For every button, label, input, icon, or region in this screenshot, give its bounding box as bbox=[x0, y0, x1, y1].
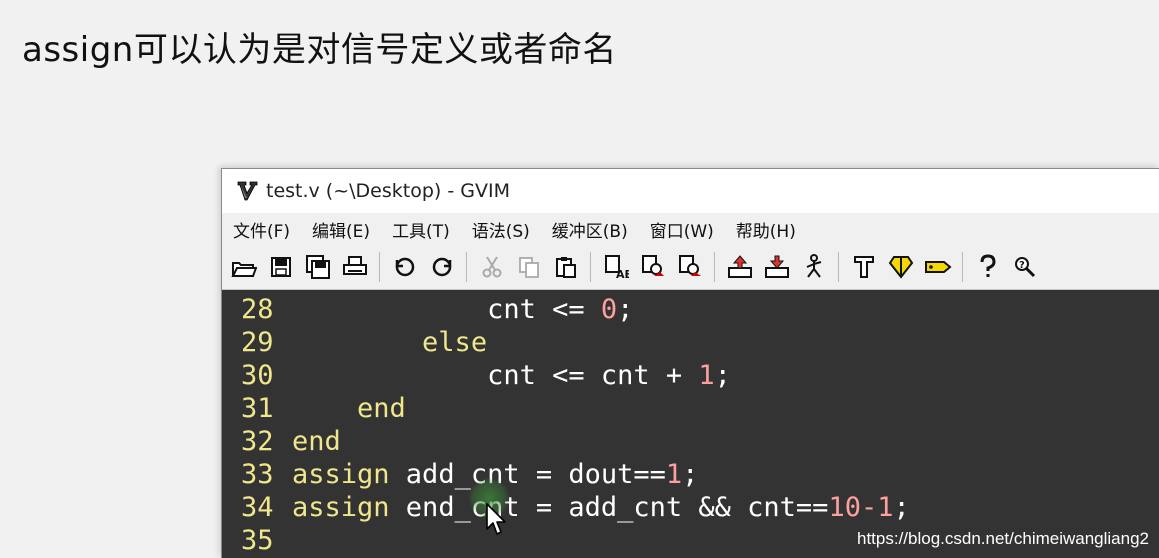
find-prev-icon[interactable] bbox=[673, 251, 706, 283]
code-token: assign bbox=[292, 492, 390, 523]
code-token: cnt bbox=[292, 294, 553, 325]
toolbar-separator bbox=[466, 252, 467, 282]
code-token: else bbox=[422, 327, 488, 358]
code-token: assign bbox=[292, 459, 390, 490]
code-text: assign end_cnt = add_cnt && cnt==10-1; bbox=[292, 491, 910, 524]
menu-file[interactable]: 文件(F) bbox=[233, 217, 290, 242]
copy-icon[interactable] bbox=[512, 251, 545, 283]
menu-syntax[interactable]: 语法(S) bbox=[472, 217, 530, 242]
run-script-icon[interactable] bbox=[797, 251, 830, 283]
open-icon[interactable] bbox=[227, 251, 260, 283]
redo-icon[interactable] bbox=[425, 251, 458, 283]
jump-tag-icon[interactable] bbox=[921, 251, 954, 283]
code-token: 1 bbox=[665, 459, 683, 490]
svg-text:AB: AB bbox=[616, 268, 629, 280]
code-line[interactable]: 31 end bbox=[222, 392, 406, 425]
code-line[interactable]: 32 end bbox=[222, 425, 341, 458]
code-editor[interactable]: 28 cnt <= 0; 29 else 30 cnt <= cnt + 1; 31 … bbox=[222, 290, 1159, 558]
code-token: 10-1 bbox=[828, 492, 894, 523]
code-text: cnt <= cnt + 1; bbox=[292, 359, 731, 392]
code-token: ; bbox=[893, 492, 910, 523]
code-token: end bbox=[292, 426, 341, 457]
toolbar-separator bbox=[714, 252, 715, 282]
make-icon[interactable] bbox=[847, 251, 880, 283]
line-number: 29 bbox=[241, 327, 274, 358]
line-number: 32 bbox=[241, 426, 274, 457]
menu-window[interactable]: 窗口(W) bbox=[650, 217, 714, 242]
line-number: 33 bbox=[241, 459, 274, 490]
toolbar-separator bbox=[838, 252, 839, 282]
cut-icon[interactable] bbox=[475, 251, 508, 283]
code-text: end bbox=[292, 392, 406, 425]
save-session-icon[interactable] bbox=[760, 251, 793, 283]
code-token: cnt bbox=[292, 360, 553, 391]
paste-icon[interactable] bbox=[549, 251, 582, 283]
vim-icon bbox=[234, 178, 260, 204]
code-token: end bbox=[357, 393, 406, 424]
build-tags-icon[interactable] bbox=[884, 251, 917, 283]
menu-tools[interactable]: 工具(T) bbox=[392, 217, 450, 242]
replace-icon[interactable]: AB bbox=[599, 251, 632, 283]
code-text: cnt <= 0; bbox=[292, 293, 633, 326]
toolbar-separator bbox=[590, 252, 591, 282]
menu-buffers[interactable]: 缓冲区(B) bbox=[552, 217, 628, 242]
window-titlebar[interactable]: test.v (~\Desktop) - GVIM bbox=[222, 169, 1159, 213]
slide-title: assign可以认为是对信号定义或者命名 bbox=[22, 30, 617, 70]
find-help-icon[interactable]: ? bbox=[1008, 251, 1041, 283]
code-token: ; bbox=[714, 360, 731, 391]
code-line[interactable]: 35 bbox=[222, 524, 292, 557]
svg-text:?: ? bbox=[1019, 260, 1025, 271]
line-number: 30 bbox=[241, 360, 274, 391]
code-line[interactable]: 29 else bbox=[222, 326, 487, 359]
menubar: 文件(F) 编辑(E) 工具(T) 语法(S) 缓冲区(B) 窗口(W) 帮助(… bbox=[222, 213, 1159, 245]
code-text: end bbox=[292, 425, 341, 458]
code-text: else bbox=[292, 326, 487, 359]
menu-edit[interactable]: 编辑(E) bbox=[312, 217, 370, 242]
window-title: test.v (~\Desktop) - GVIM bbox=[266, 180, 510, 202]
code-line[interactable]: 34 assign end_cnt = add_cnt && cnt==10-1; bbox=[222, 491, 910, 524]
toolbar-separator bbox=[962, 252, 963, 282]
line-number: 35 bbox=[241, 525, 274, 556]
code-token: ; bbox=[617, 294, 634, 325]
code-token: <= bbox=[552, 294, 585, 325]
help-icon[interactable] bbox=[971, 251, 1004, 283]
code-token: <= bbox=[552, 360, 585, 391]
code-token: add_cnt = dout== bbox=[389, 459, 666, 490]
mouse-pointer-icon bbox=[486, 503, 508, 542]
load-session-icon[interactable] bbox=[723, 251, 756, 283]
find-next-icon[interactable] bbox=[636, 251, 669, 283]
toolbar: AB ? bbox=[222, 245, 1159, 290]
code-line[interactable]: 33 assign add_cnt = dout==1; bbox=[222, 458, 698, 491]
code-token: ; bbox=[682, 459, 699, 490]
save-all-icon[interactable] bbox=[301, 251, 334, 283]
menu-help[interactable]: 帮助(H) bbox=[736, 217, 796, 242]
code-line[interactable]: 28 cnt <= 0; bbox=[222, 293, 633, 326]
code-token: end_cnt = add_cnt && cnt== bbox=[389, 492, 829, 523]
line-number: 34 bbox=[241, 492, 274, 523]
line-number: 31 bbox=[241, 393, 274, 424]
gvim-window: test.v (~\Desktop) - GVIM 文件(F) 编辑(E) 工具… bbox=[221, 168, 1159, 558]
toolbar-separator bbox=[379, 252, 380, 282]
code-token: cnt + bbox=[584, 360, 699, 391]
code-line[interactable]: 30 cnt <= cnt + 1; bbox=[222, 359, 731, 392]
undo-icon[interactable] bbox=[388, 251, 421, 283]
line-number: 28 bbox=[241, 294, 274, 325]
watermark: https://blog.csdn.net/chimeiwangliang2 bbox=[856, 529, 1149, 548]
code-token: 1 bbox=[698, 360, 715, 391]
print-icon[interactable] bbox=[338, 251, 371, 283]
code-token: 0 bbox=[600, 294, 618, 325]
save-icon[interactable] bbox=[264, 251, 297, 283]
